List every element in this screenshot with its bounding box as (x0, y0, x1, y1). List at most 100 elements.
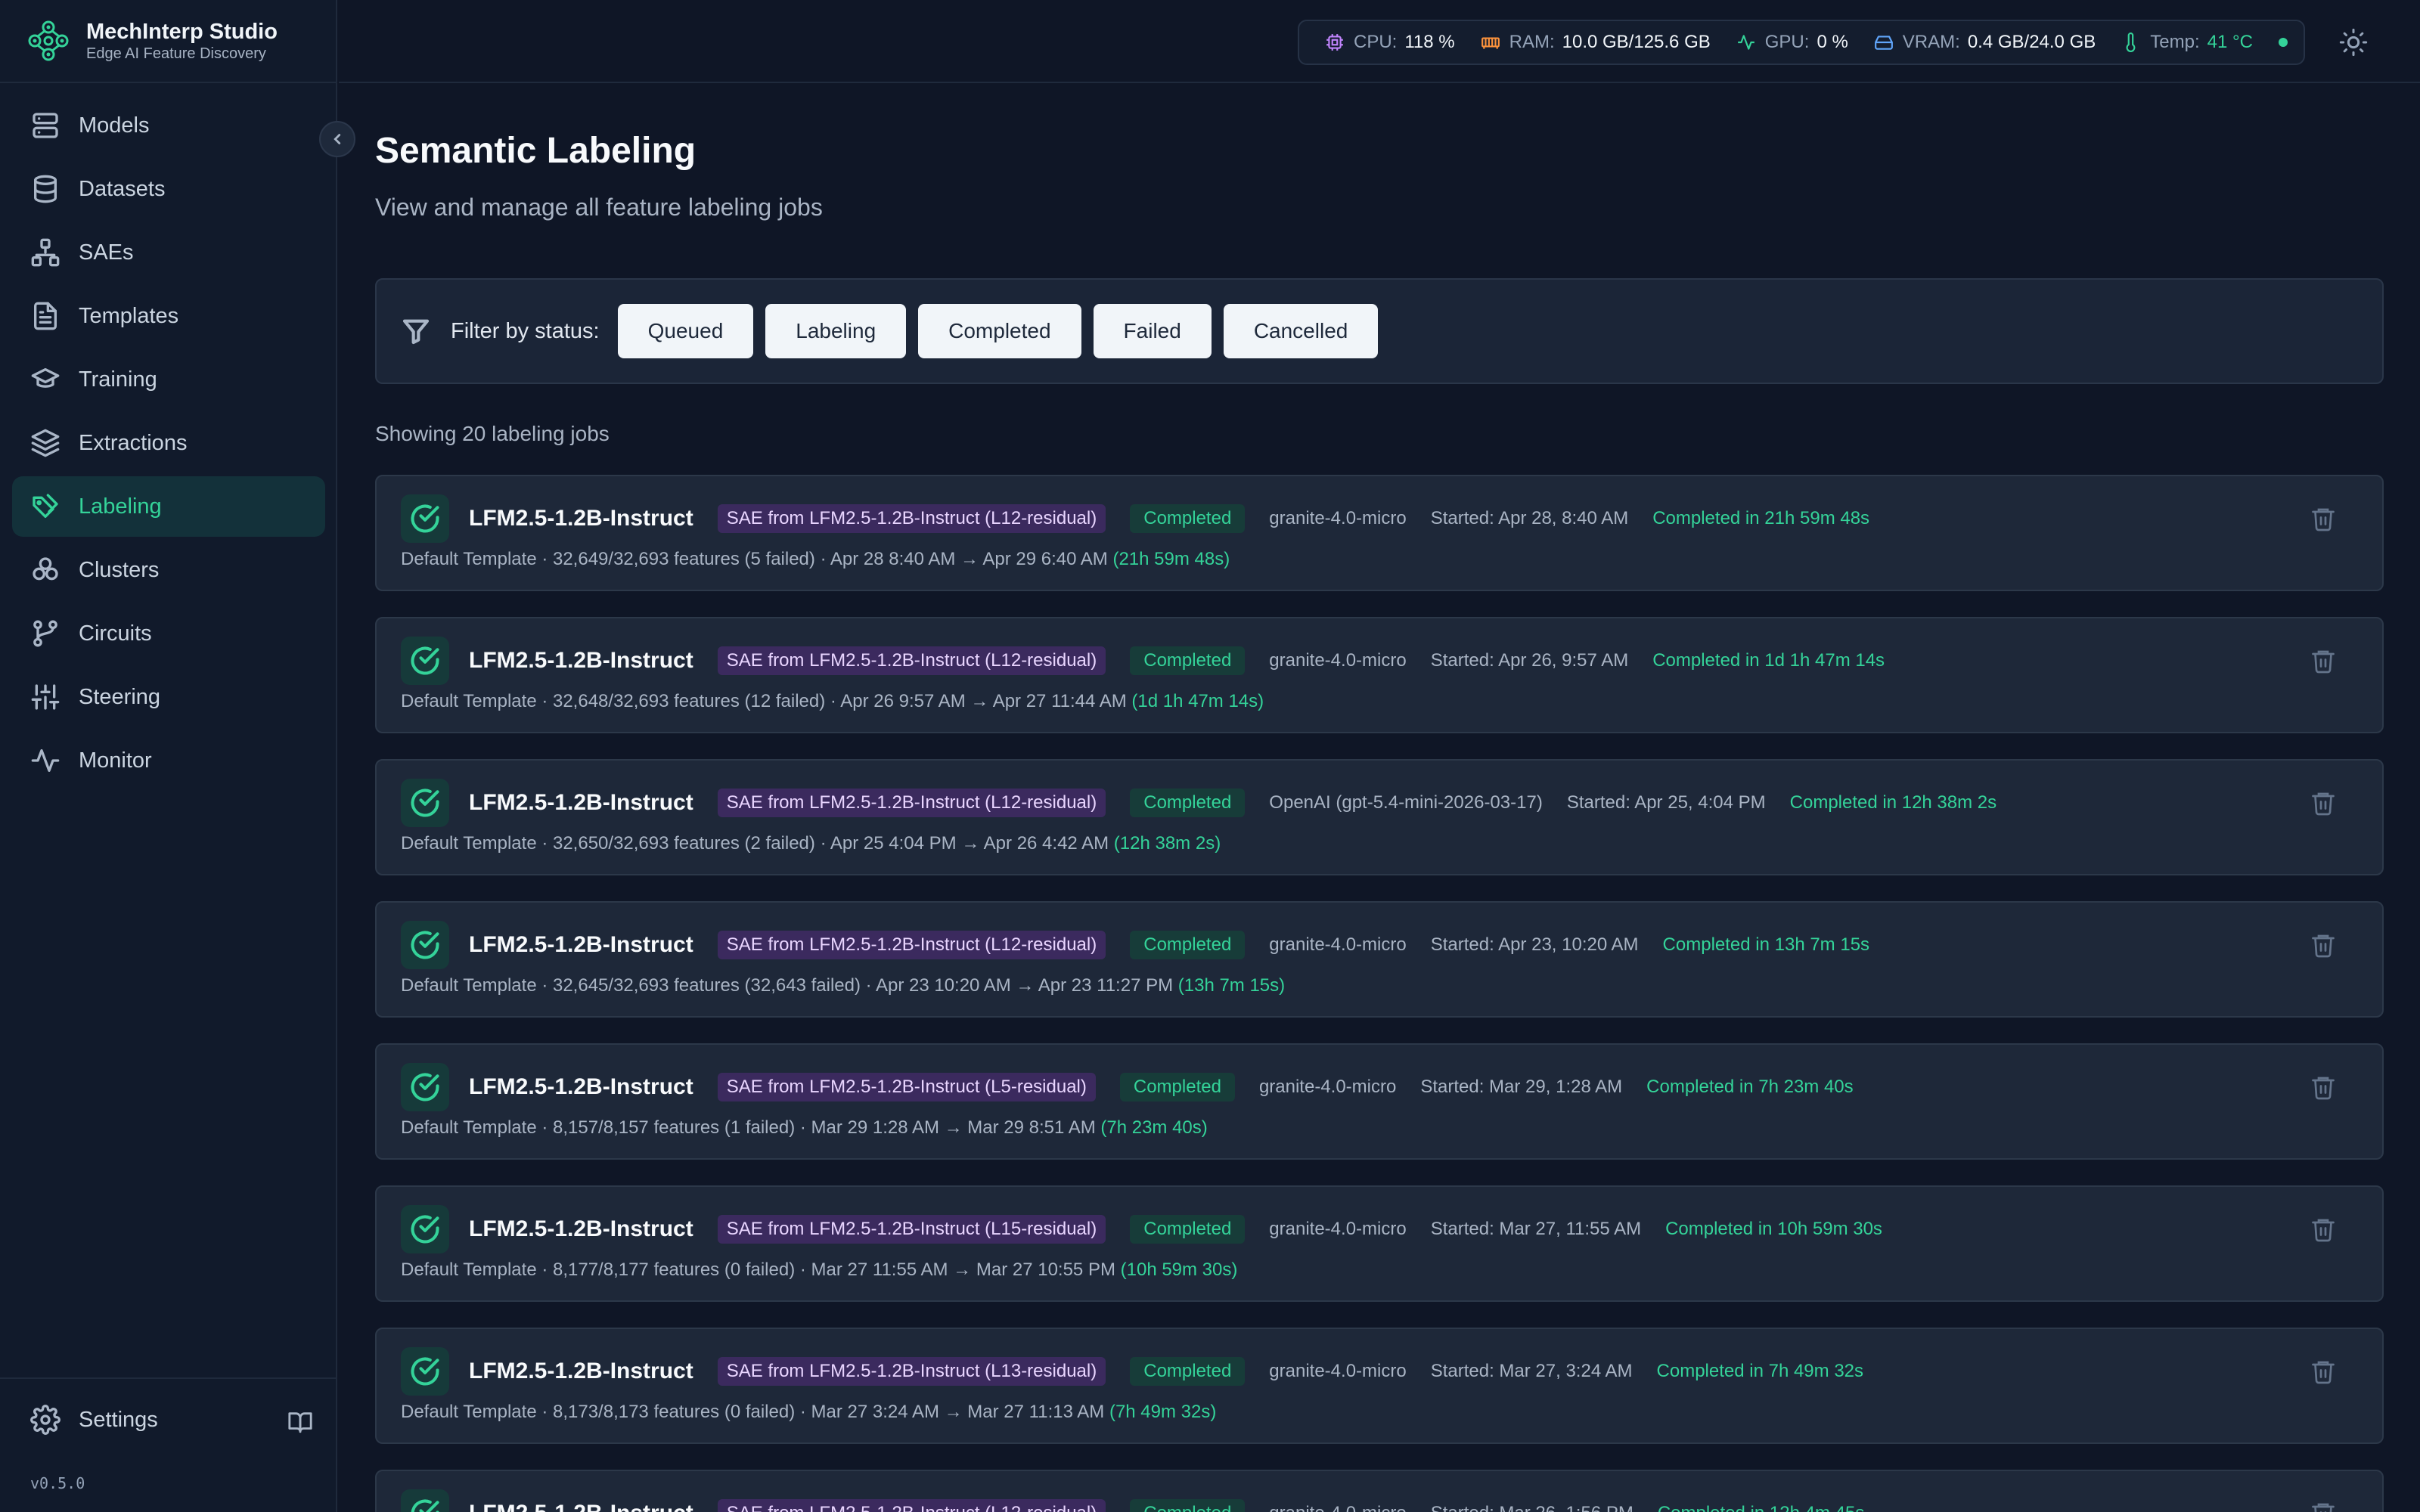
job-details: Default Template · 8,173/8,173 features … (401, 1402, 1216, 1423)
sliders-icon (31, 684, 60, 710)
nav-item-monitor[interactable]: Monitor (12, 730, 325, 791)
nav-label: Extractions (79, 430, 188, 455)
job-started: Started: Apr 23, 10:20 AM (1430, 934, 1639, 955)
nav-item-saes[interactable]: SAEs (12, 222, 325, 283)
job-details: Default Template · 32,649/32,693 feature… (401, 549, 1230, 570)
job-details: Default Template · 8,177/8,177 features … (401, 1259, 1237, 1281)
filter-labeling-button[interactable]: Labeling (765, 304, 907, 358)
job-sae-badge: SAE from LFM2.5-1.2B-Instruct (L13-resid… (717, 1357, 1106, 1386)
labeling-job-row[interactable]: LFM2.5-1.2B-Instruct SAE from LFM2.5-1.2B… (375, 1470, 2384, 1512)
job-status-badge: Completed (1130, 931, 1246, 959)
vram-value: 0.4 GB/24.0 GB (1967, 32, 2096, 52)
job-completed: Completed in 12h 4m 45s (1658, 1503, 1865, 1512)
nav-item-templates[interactable]: Templates (12, 286, 325, 346)
nav-item-datasets[interactable]: Datasets (12, 159, 325, 219)
ram-value: 10.0 GB/125.6 GB (1562, 32, 1711, 52)
check-circle-icon (401, 921, 449, 969)
check-circle-icon (401, 1205, 449, 1253)
labeling-job-row[interactable]: LFM2.5-1.2B-Instruct SAE from LFM2.5-1.2B… (375, 901, 2384, 1018)
nav-label: SAEs (79, 240, 134, 265)
ram-stat: RAM: 10.0 GB/125.6 GB (1481, 32, 1711, 53)
nav-label: Datasets (79, 176, 166, 201)
trash-icon[interactable] (2310, 1074, 2337, 1101)
labeling-job-row[interactable]: LFM2.5-1.2B-Instruct SAE from LFM2.5-1.2B… (375, 1043, 2384, 1160)
status-dot (2278, 38, 2288, 47)
job-started: Started: Apr 26, 9:57 AM (1430, 650, 1629, 671)
activity-icon (31, 749, 60, 772)
trash-icon[interactable] (2310, 1358, 2337, 1385)
temp-value: 41 °C (2207, 32, 2253, 52)
job-details-text: Default Template · 8,177/8,177 features … (401, 1259, 1115, 1280)
nav-item-training[interactable]: Training (12, 349, 325, 410)
job-started: Started: Apr 28, 8:40 AM (1430, 508, 1629, 528)
trash-icon[interactable] (2310, 1500, 2337, 1512)
gpu-label: GPU: (1764, 32, 1810, 52)
book-icon[interactable] (287, 1409, 313, 1435)
labeling-job-row[interactable]: LFM2.5-1.2B-Instruct SAE from LFM2.5-1.2B… (375, 759, 2384, 875)
cpu-label: CPU: (1354, 32, 1398, 52)
file-text-icon (34, 302, 57, 330)
sun-icon[interactable] (2338, 27, 2369, 57)
job-completed: Completed in 7h 23m 40s (1646, 1077, 1854, 1097)
job-labeler: granite-4.0-micro (1269, 1219, 1407, 1239)
settings-link[interactable]: Settings (30, 1405, 158, 1435)
trash-icon[interactable] (2310, 1216, 2337, 1243)
check-circle-icon (401, 779, 449, 827)
filter-queued-button[interactable]: Queued (617, 304, 754, 358)
job-model-name: LFM2.5-1.2B-Instruct (469, 506, 693, 531)
job-sae-badge: SAE from LFM2.5-1.2B-Instruct (L5-residu… (717, 1073, 1096, 1101)
filter-label: Filter by status: (451, 318, 600, 343)
job-labeler: granite-4.0-micro (1269, 508, 1407, 528)
trash-icon[interactable] (2310, 789, 2337, 816)
job-started: Started: Mar 27, 11:55 AM (1430, 1219, 1642, 1239)
filter-completed-button[interactable]: Completed (918, 304, 1081, 358)
job-status-badge: Completed (1130, 1357, 1246, 1386)
job-completed: Completed in 1d 1h 47m 14s (1652, 650, 1885, 671)
job-duration: (13h 7m 15s) (1177, 975, 1286, 996)
job-model-name: LFM2.5-1.2B-Instruct (469, 1216, 693, 1241)
tags-icon (33, 494, 58, 518)
job-labeler: granite-4.0-micro (1269, 650, 1407, 671)
nav-item-labeling[interactable]: Labeling (12, 476, 325, 537)
nav-item-circuits[interactable]: Circuits (12, 603, 325, 664)
job-summary: LFM2.5-1.2B-Instruct SAE from LFM2.5-1.2B… (469, 1498, 1864, 1512)
labeling-job-row[interactable]: LFM2.5-1.2B-Instruct SAE from LFM2.5-1.2B… (375, 617, 2384, 733)
job-duration: (7h 23m 40s) (1100, 1117, 1208, 1138)
check-circle-icon (401, 494, 449, 543)
brand[interactable]: MechInterp Studio Edge AI Feature Discov… (0, 0, 337, 83)
nav-item-extractions[interactable]: Extractions (12, 413, 325, 473)
nav-item-models[interactable]: Models (12, 95, 325, 156)
top-bar: CPU: 118 % RAM: 10.0 GB/125.6 GB GPU: 0 … (339, 0, 2420, 83)
nav-label: Training (79, 367, 157, 392)
trash-icon[interactable] (2310, 505, 2337, 532)
filter-failed-button[interactable]: Failed (1093, 304, 1212, 358)
labeling-job-row[interactable]: LFM2.5-1.2B-Instruct SAE from LFM2.5-1.2B… (375, 1185, 2384, 1302)
temp-label: Temp: (2150, 32, 2200, 52)
job-completed: Completed in 13h 7m 15s (1662, 934, 1870, 955)
job-status-badge: Completed (1130, 646, 1246, 675)
filter-cancelled-button[interactable]: Cancelled (1223, 304, 1379, 358)
job-completed: Completed in 12h 38m 2s (1789, 792, 1997, 813)
trash-icon[interactable] (2310, 931, 2337, 959)
job-details: Default Template · 32,650/32,693 feature… (401, 833, 1221, 854)
nav-item-steering[interactable]: Steering (12, 667, 325, 727)
check-circle-icon (401, 1063, 449, 1111)
nav-label: Clusters (79, 557, 160, 582)
boxes-icon (33, 557, 58, 581)
labeling-job-row[interactable]: LFM2.5-1.2B-Instruct SAE from LFM2.5-1.2B… (375, 475, 2384, 591)
nav-label: Labeling (79, 494, 162, 519)
job-summary: LFM2.5-1.2B-Instruct SAE from LFM2.5-1.2B… (469, 646, 1885, 676)
trash-icon[interactable] (2310, 647, 2337, 674)
job-started: Started: Mar 26, 1:56 PM (1431, 1503, 1634, 1512)
collapse-sidebar-button[interactable] (319, 121, 355, 157)
gpu-stat: GPU: 0 % (1736, 32, 1848, 53)
nav-item-clusters[interactable]: Clusters (12, 540, 325, 600)
job-details-text: Default Template · 8,157/8,157 features … (401, 1117, 1096, 1138)
job-status-badge: Completed (1130, 1499, 1246, 1512)
job-model-name: LFM2.5-1.2B-Instruct (469, 1359, 693, 1383)
job-details-text: Default Template · 32,645/32,693 feature… (401, 975, 1174, 996)
job-duration: (1d 1h 47m 14s) (1131, 691, 1264, 711)
labeling-job-row[interactable]: LFM2.5-1.2B-Instruct SAE from LFM2.5-1.2B… (375, 1328, 2384, 1444)
nav-label: Templates (79, 303, 179, 328)
gear-icon (30, 1405, 60, 1435)
